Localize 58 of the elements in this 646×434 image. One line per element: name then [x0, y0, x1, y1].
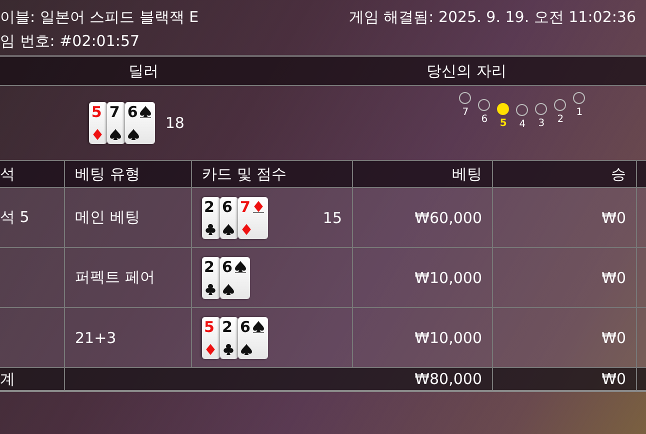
column-header: 석	[0, 161, 65, 187]
table-cell: 퍼펙트 페어	[75, 268, 155, 287]
resolved-time: 게임 해결됨: 2025. 9. 19. 오전 11:02:36	[348, 8, 636, 26]
total-label: 계	[0, 370, 15, 388]
table-cell: ₩10,000	[414, 328, 482, 346]
dealer-heading: 딜러	[128, 62, 160, 80]
spade-icon	[128, 129, 140, 140]
seat-number: 7	[462, 107, 469, 118]
table-cell: ₩60,000	[414, 208, 482, 226]
table-name: 이블: 일본어 스피드 블랙잭 E	[0, 8, 199, 26]
playing-card: 6	[220, 196, 238, 238]
table-cell: ₩80,000	[414, 370, 482, 388]
table-cell: ₩0	[602, 268, 626, 286]
spade-icon	[241, 344, 252, 354]
dealer-score: 18	[165, 114, 184, 132]
column-header: 베팅 유형	[65, 161, 192, 187]
seat-number: 5	[500, 118, 507, 129]
table-cell: 21+3	[75, 328, 116, 346]
spade-icon	[253, 320, 264, 332]
game-number: 임 번호: #02:01:57	[0, 32, 140, 50]
spade-icon	[110, 129, 122, 140]
club-icon	[223, 344, 234, 354]
seat-number: 6	[481, 114, 488, 125]
playing-card: 7	[107, 102, 126, 144]
table-cell: 메인 베팅	[75, 208, 140, 227]
playing-card: 2	[202, 196, 220, 238]
column-header: 베팅	[353, 161, 493, 187]
column-header: 카드 및 점수	[192, 161, 353, 187]
playing-card: 5	[89, 102, 108, 144]
diamond-icon	[253, 200, 264, 212]
playing-card: 7	[238, 196, 268, 238]
seat-number: 1	[576, 107, 583, 118]
column-header: 승	[493, 161, 637, 187]
diamond-icon	[241, 224, 252, 234]
table-cell: 석 5	[0, 208, 30, 227]
playing-card: 2	[220, 316, 238, 358]
seat-number: 2	[557, 114, 564, 125]
spade-icon	[223, 224, 234, 234]
playing-card: 6	[125, 102, 156, 144]
seat-number: 3	[538, 118, 545, 129]
club-icon	[205, 284, 216, 294]
table-cell: ₩0	[602, 328, 626, 346]
playing-card: 5	[202, 316, 220, 358]
playing-card: 6	[220, 256, 250, 298]
club-icon	[205, 224, 216, 234]
table-cell: ₩0	[602, 370, 626, 388]
spade-icon	[223, 284, 234, 294]
spade-icon	[140, 106, 152, 118]
table-cell: ₩0	[602, 208, 626, 226]
diamond-icon	[205, 344, 216, 354]
playing-card: 6	[238, 316, 268, 358]
table-cell: ₩10,000	[414, 268, 482, 286]
playing-card: 2	[202, 256, 220, 298]
diamond-icon	[92, 129, 104, 140]
seat-number: 4	[519, 119, 526, 130]
spade-icon	[235, 260, 246, 272]
seat-heading: 당신의 자리	[426, 62, 508, 80]
hand-score: 15	[322, 208, 342, 226]
